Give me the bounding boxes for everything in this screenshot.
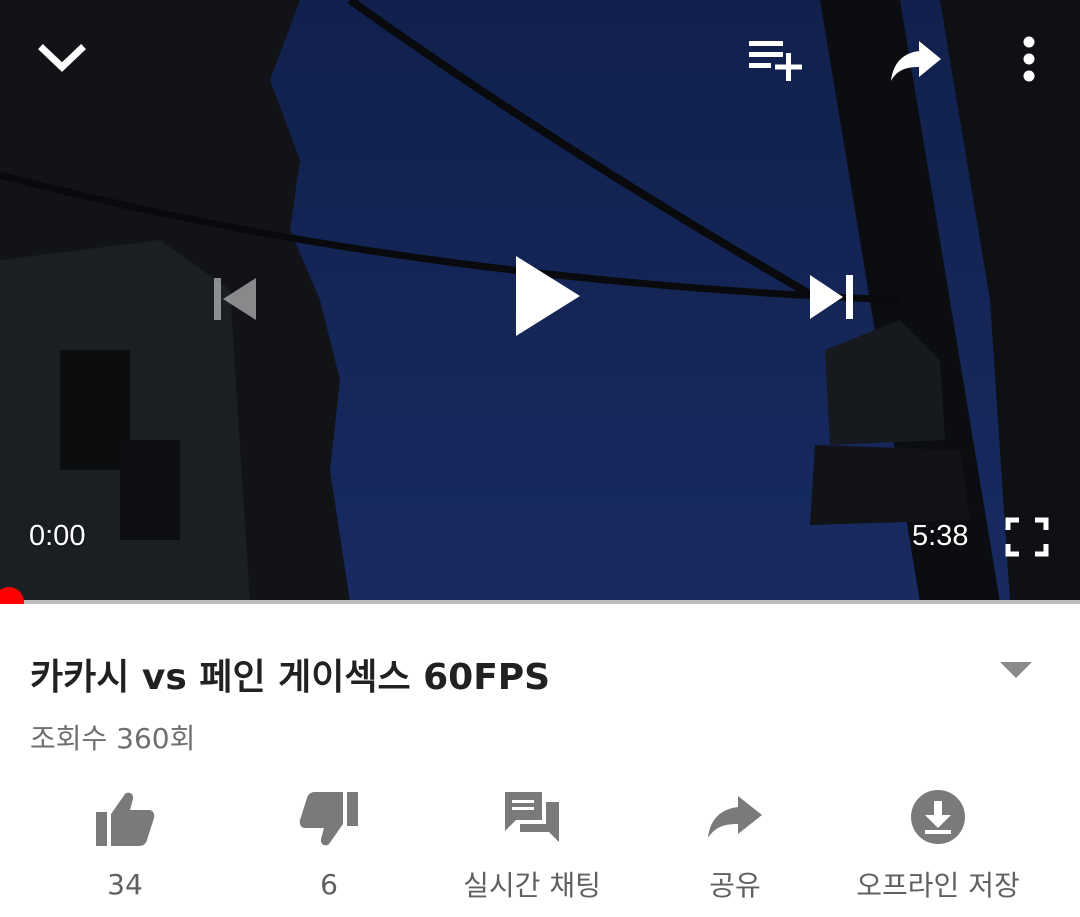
dislike-count: 6 bbox=[320, 868, 338, 901]
share-button[interactable]: 공유 bbox=[635, 784, 835, 904]
duration: 5:38 bbox=[912, 520, 969, 552]
skip-next-icon bbox=[810, 275, 853, 319]
fullscreen-button[interactable] bbox=[1000, 514, 1054, 560]
live-chat-label: 실시간 채팅 bbox=[463, 869, 601, 902]
current-time: 0:00 bbox=[29, 520, 86, 552]
video-player[interactable]: 0:00 5:38 bbox=[0, 0, 1080, 602]
thumbs-up-icon bbox=[96, 792, 155, 846]
previous-button[interactable] bbox=[200, 268, 268, 330]
play-icon bbox=[516, 256, 580, 336]
video-title: 카카시 vs 페인 게이섹스 60FPS bbox=[30, 657, 551, 698]
save-offline-label: 오프라인 저장 bbox=[856, 869, 1020, 902]
save-offline-button[interactable]: 오프라인 저장 bbox=[838, 784, 1038, 904]
share-arrow-icon bbox=[891, 41, 941, 81]
chevron-down-icon bbox=[38, 44, 86, 72]
share-label: 공유 bbox=[709, 869, 761, 902]
play-button[interactable] bbox=[490, 244, 594, 348]
view-count: 조회수 360회 bbox=[30, 722, 196, 755]
expand-description-button[interactable] bbox=[996, 656, 1036, 684]
like-button[interactable]: 34 bbox=[25, 784, 225, 904]
like-count: 34 bbox=[107, 868, 143, 901]
share-icon bbox=[708, 796, 762, 838]
download-icon bbox=[911, 790, 965, 844]
more-vert-icon bbox=[1023, 36, 1035, 82]
add-to-playlist-button[interactable] bbox=[745, 36, 807, 84]
live-chat-button[interactable]: 실시간 채팅 bbox=[432, 784, 632, 904]
next-button[interactable] bbox=[798, 266, 866, 328]
thumbs-down-icon bbox=[299, 792, 358, 846]
more-options-button[interactable] bbox=[1012, 34, 1046, 84]
dislike-button[interactable]: 6 bbox=[229, 784, 429, 904]
video-info-panel: 카카시 vs 페인 게이섹스 60FPS 조회수 360회 34 6 실시간 채… bbox=[0, 604, 1080, 917]
playlist-add-icon bbox=[749, 41, 802, 81]
share-video-button[interactable] bbox=[888, 38, 944, 84]
skip-previous-icon bbox=[214, 278, 256, 320]
chat-icon bbox=[505, 792, 559, 842]
arrow-drop-down-icon bbox=[1000, 662, 1032, 678]
fullscreen-icon bbox=[1005, 517, 1049, 557]
minimize-button[interactable] bbox=[36, 36, 88, 80]
